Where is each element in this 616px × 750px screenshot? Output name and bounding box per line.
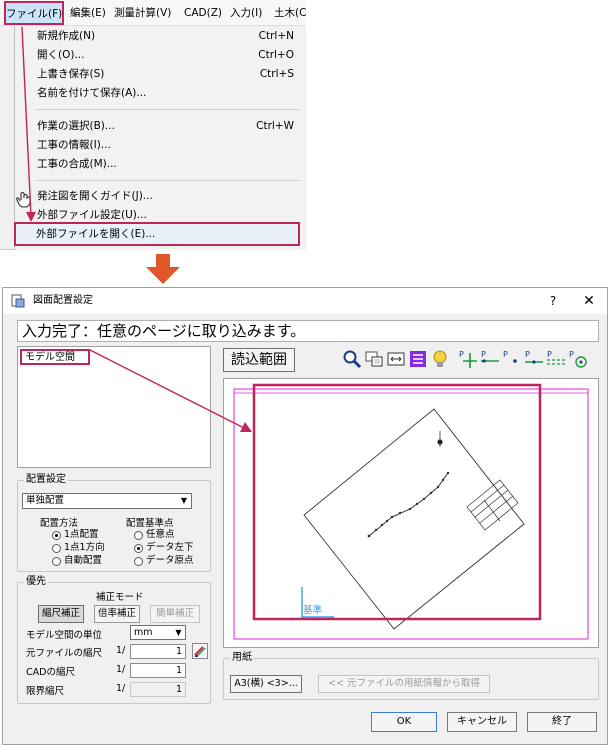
- placement-select-value: 単独配置: [26, 495, 65, 506]
- dialog-title: 図面配置設定: [33, 295, 93, 306]
- svg-text:P: P: [525, 350, 530, 359]
- titlebar: 図面配置設定 ? ✕: [3, 288, 607, 314]
- menu-item-project-merge[interactable]: 工事の合成(M)...: [37, 154, 117, 174]
- menu-input[interactable]: 入力(I): [230, 0, 262, 26]
- placement-select[interactable]: 単独配置 ▼: [22, 493, 192, 509]
- simple-correction-button[interactable]: 簡単補正: [150, 605, 200, 623]
- base-point-label: 配置基準点: [126, 518, 174, 529]
- close-button[interactable]: ✕: [577, 288, 601, 314]
- drawing-preview: 基準: [233, 383, 589, 640]
- radio-method-1point-1dir[interactable]: 1点1方向: [52, 542, 105, 554]
- point-left-icon[interactable]: P: [479, 348, 501, 370]
- exit-button[interactable]: 終了: [527, 712, 597, 732]
- cad-scale-input[interactable]: 1: [130, 663, 186, 678]
- list-item-model-space[interactable]: モデル空間: [20, 349, 90, 365]
- priority-group: 優先 補正モード 縮尺補正 倍率補正 簡単補正 モデル空間の単位 mm ▼ 元フ…: [17, 576, 211, 704]
- point-line-icon[interactable]: P: [523, 348, 545, 370]
- svg-text:P: P: [503, 350, 508, 359]
- menu-separator: [35, 109, 300, 110]
- shortcut-open: Ctrl+O: [258, 49, 294, 61]
- unit-label: モデル空間の単位: [26, 630, 103, 641]
- cad-main-window: ファイル(F) 編集(E) 測量計算(V) CAD(Z) 入力(I) 土木(C …: [0, 0, 306, 250]
- menu-survey[interactable]: 測量計算(V): [114, 0, 171, 26]
- ok-button[interactable]: OK: [371, 712, 437, 732]
- paper-group: 用紙 A3(横) <3>... << 元ファイルの用紙情報から取得: [223, 652, 599, 700]
- radio-base-origin[interactable]: データ原点: [134, 555, 194, 567]
- zoom-icon[interactable]: [341, 348, 363, 370]
- src-scale-input[interactable]: 1: [130, 644, 186, 659]
- ratio-correction-button[interactable]: 倍率補正: [94, 605, 140, 623]
- radio-base-lower-left[interactable]: データ左下: [134, 542, 194, 554]
- menu-item-new[interactable]: 新規作成(N): [37, 26, 95, 46]
- menu-item-select-work[interactable]: 作業の選択(B)...: [37, 116, 115, 136]
- placement-group-label: 配置設定: [24, 474, 68, 486]
- status-message: 入力完了：任意のページに取り込みます。: [17, 320, 599, 342]
- menu-item-open[interactable]: 開く(O)...: [37, 45, 84, 65]
- menu-file[interactable]: ファイル(F): [4, 1, 64, 25]
- limit-scale-input[interactable]: 1: [130, 682, 186, 697]
- menu-item-save-as[interactable]: 名前を付けて保存(A)...: [37, 83, 146, 103]
- menu-item-save[interactable]: 上書き保存(S): [37, 64, 104, 84]
- chevron-down-icon: ▼: [175, 628, 182, 637]
- cad-scale-label: CADの縮尺: [26, 667, 75, 678]
- svg-text:P: P: [481, 350, 486, 359]
- menu-civil[interactable]: 土木(C: [274, 0, 306, 26]
- fetch-paper-info-button[interactable]: << 元ファイルの用紙情報から取得: [318, 675, 490, 693]
- scale-edit-icon[interactable]: [192, 643, 208, 659]
- menu-item-open-external-highlight[interactable]: 外部ファイルを開く(E)...: [14, 222, 300, 246]
- preview-toolbar: P P P P P P: [341, 348, 599, 370]
- menu-item-order-guide[interactable]: 発注図を開くガイド(J)...: [37, 186, 153, 206]
- down-arrow-icon: [146, 254, 180, 284]
- radio-base-any[interactable]: 任意点: [134, 529, 175, 541]
- lightbulb-icon[interactable]: [429, 348, 451, 370]
- point-dash-icon[interactable]: P: [545, 348, 567, 370]
- src-scale-label: 元ファイルの縮尺: [26, 648, 103, 659]
- file-menu-dropdown: 新規作成(N) Ctrl+N 開く(O)... Ctrl+O 上書き保存(S) …: [14, 26, 306, 250]
- menubar: ファイル(F) 編集(E) 測量計算(V) CAD(Z) 入力(I) 土木(C: [0, 0, 306, 26]
- limit-scale-prefix: 1/: [116, 683, 126, 694]
- point-rotate-icon[interactable]: P: [567, 348, 589, 370]
- cad-scale-prefix: 1/: [116, 664, 126, 675]
- drawing-placement-dialog: 図面配置設定 ? ✕ 入力完了：任意のページに取り込みます。 モデル空間 読込範…: [2, 287, 608, 745]
- point-dot-icon[interactable]: P: [501, 348, 523, 370]
- drawing-sheet: [303, 408, 525, 630]
- svg-text:P: P: [547, 350, 552, 359]
- menu-item-open-external[interactable]: 外部ファイルを開く(E)...: [36, 224, 155, 244]
- svg-text:P: P: [569, 350, 574, 359]
- shortcut-select-work: Ctrl+W: [256, 120, 294, 132]
- limit-scale-label: 限界縮尺: [26, 686, 65, 697]
- base-label: 基準: [303, 604, 323, 616]
- hand-pointer-icon: [16, 191, 31, 208]
- shortcut-save: Ctrl+S: [259, 68, 294, 80]
- src-scale-prefix: 1/: [116, 645, 126, 656]
- paper-size-button[interactable]: A3(横) <3>...: [230, 675, 302, 693]
- help-button[interactable]: ?: [543, 288, 563, 314]
- cancel-button[interactable]: キャンセル: [447, 712, 517, 732]
- point-cross-icon[interactable]: P: [457, 348, 479, 370]
- model-space-list[interactable]: モデル空間: [17, 346, 211, 468]
- placement-group: 配置設定 単独配置 ▼ 配置方法 配置基準点 1点配置 1点1方向 自動配置 任…: [17, 474, 211, 572]
- paper-group-label: 用紙: [230, 652, 254, 664]
- radio-method-auto[interactable]: 自動配置: [52, 555, 102, 567]
- menu-cad[interactable]: CAD(Z): [184, 0, 222, 26]
- radio-method-1point[interactable]: 1点配置: [52, 529, 99, 541]
- correction-mode-label: 補正モード: [96, 592, 144, 603]
- method-label: 配置方法: [40, 518, 79, 529]
- read-range-button[interactable]: 読込範囲: [223, 348, 295, 372]
- unit-select[interactable]: mm ▼: [130, 625, 186, 640]
- svg-text:P: P: [459, 350, 464, 359]
- scale-correction-button[interactable]: 縮尺補正: [38, 605, 84, 623]
- menu-separator: [35, 180, 300, 181]
- window-zoom-icon[interactable]: [363, 348, 385, 370]
- menu-edit[interactable]: 編集(E): [70, 0, 106, 26]
- shortcut-new: Ctrl+N: [258, 30, 294, 42]
- unit-select-value: mm: [134, 627, 153, 638]
- chevron-down-icon: ▼: [180, 496, 188, 505]
- layer-icon[interactable]: [407, 348, 429, 370]
- app-icon: [11, 294, 25, 308]
- preview-canvas[interactable]: 基準: [223, 378, 599, 648]
- menu-item-project-info[interactable]: 工事の情報(I)...: [37, 135, 111, 155]
- priority-group-label: 優先: [24, 576, 48, 588]
- fit-view-icon[interactable]: [385, 348, 407, 370]
